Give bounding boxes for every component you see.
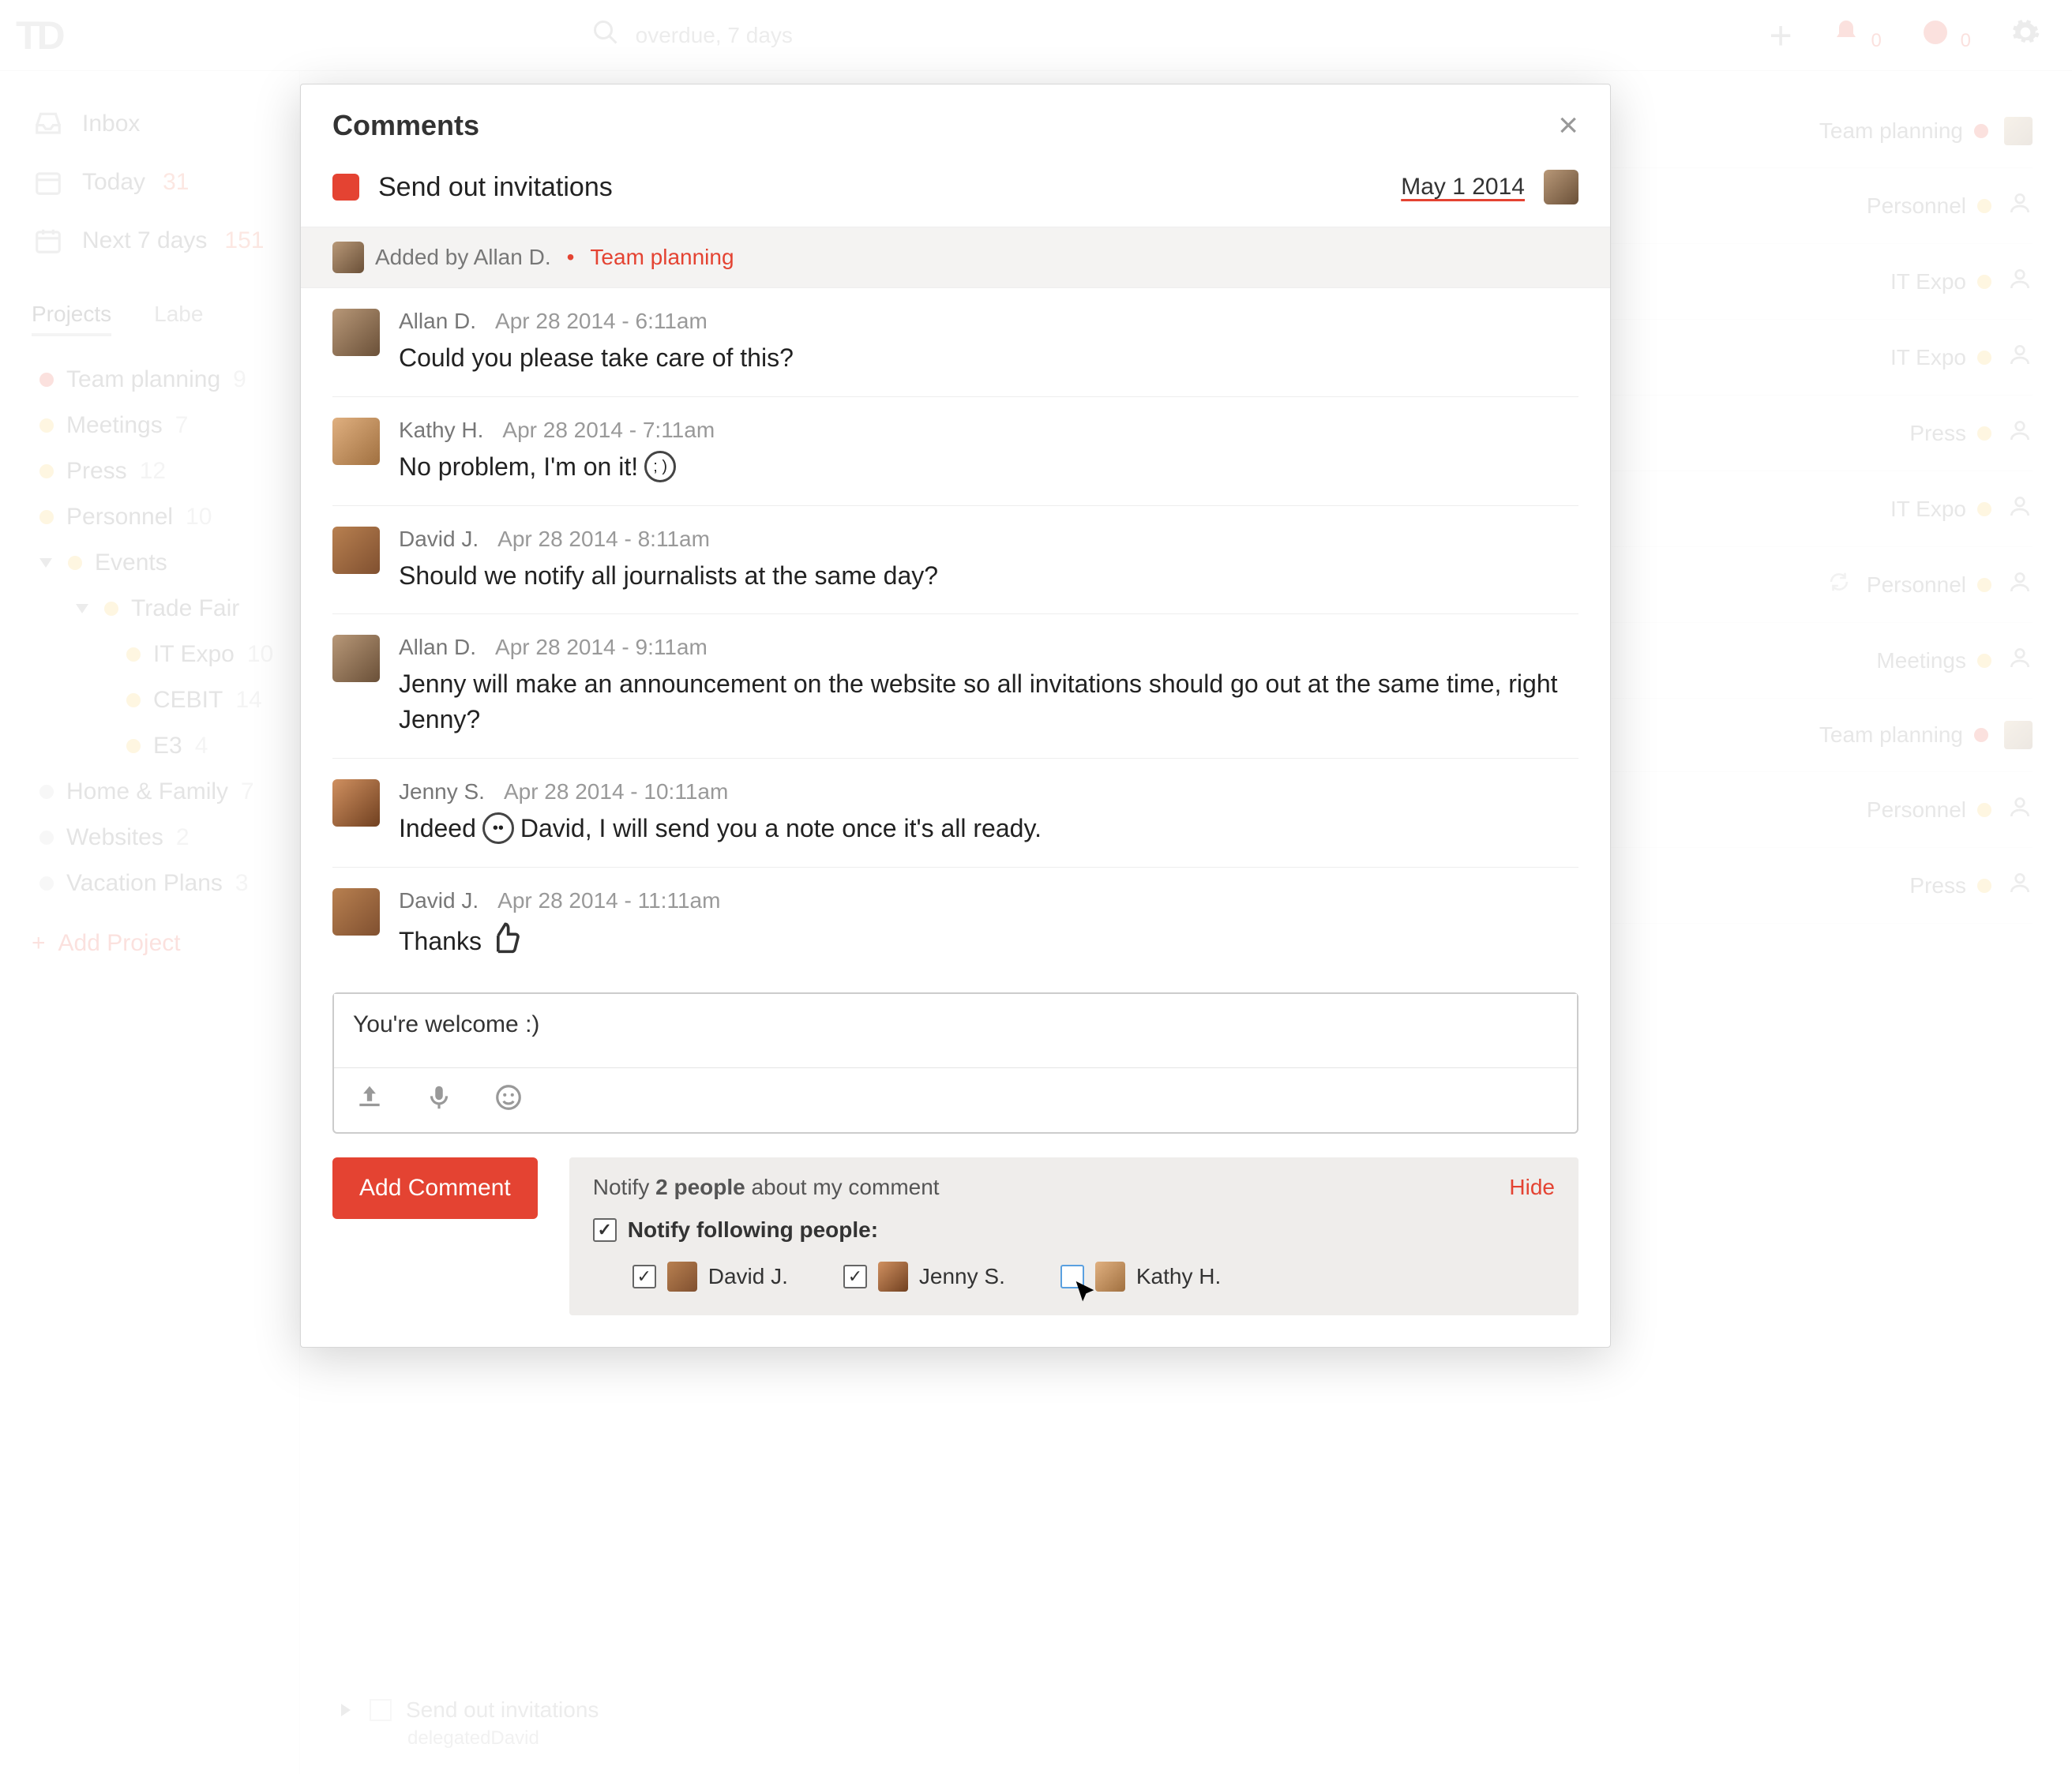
comment: David J. Apr 28 2014 - 11:11am Thanks [332,868,1578,985]
avatar [332,309,380,356]
notify-person[interactable]: Jenny S. [843,1262,1005,1292]
avatar [878,1262,908,1292]
comment-input[interactable] [334,994,1577,1062]
comment-author: David J. [399,888,479,913]
editor-toolbar [334,1067,1577,1132]
emoji-icon[interactable] [494,1082,524,1118]
assignee-avatar[interactable] [1544,170,1578,204]
notify-following-row[interactable]: Notify following people: [593,1217,1555,1243]
notify-people-list: David J. Jenny S. Kathy H. [593,1262,1555,1292]
task-title[interactable]: Send out invitations [378,172,1382,203]
comment-body: Jenny will make an announcement on the w… [399,666,1578,737]
comment-time: Apr 28 2014 - 6:11am [495,309,708,334]
comment-body: Indeed •• David, I will send you a note … [399,811,1578,846]
add-comment-button[interactable]: Add Comment [332,1157,538,1219]
smile-emoji-icon: •• [482,812,514,844]
microphone-icon[interactable] [424,1082,454,1118]
task-meta-bar: Added by Allan D. • Team planning [301,227,1610,288]
notify-person[interactable]: Kathy H. [1060,1262,1221,1292]
comment: David J. Apr 28 2014 - 8:11am Should we no… [332,506,1578,615]
notify-panel: Notify 2 people about my comment Hide No… [569,1157,1578,1315]
comment-time: Apr 28 2014 - 11:11am [497,888,720,913]
comment-time: Apr 28 2014 - 10:11am [504,779,728,804]
checkbox-icon[interactable] [632,1265,656,1288]
modal-title: Comments [332,109,479,142]
avatar [1095,1262,1125,1292]
checkbox-icon[interactable] [593,1218,617,1242]
meta-separator: • [567,245,575,270]
thumbs-up-icon [488,920,523,964]
avatar [332,779,380,827]
notify-summary: Notify 2 people about my comment [593,1175,940,1200]
hide-link[interactable]: Hide [1509,1175,1555,1200]
attach-icon[interactable] [355,1082,385,1118]
avatar [667,1262,697,1292]
task-header: Send out invitations May 1 2014 [301,162,1610,227]
avatar [332,888,380,936]
comment-body: Thanks [399,920,1578,964]
comments-modal: Comments × Send out invitations May 1 20… [300,84,1611,1348]
person-name: Kathy H. [1136,1264,1221,1289]
comment-body: Could you please take care of this? [399,340,1578,376]
comment-author: Allan D. [399,635,476,660]
comment-time: Apr 28 2014 - 8:11am [497,527,710,552]
comment: Allan D. Apr 28 2014 - 9:11am Jenny will m… [332,614,1578,759]
comment-author: Kathy H. [399,418,483,443]
due-date[interactable]: May 1 2014 [1401,174,1525,201]
wink-emoji-icon: ; ) [644,451,676,482]
priority-indicator [332,174,359,201]
comment: Allan D. Apr 28 2014 - 6:11am Could you pl… [332,288,1578,397]
avatar [332,635,380,682]
avatar [332,418,380,465]
project-link[interactable]: Team planning [590,245,734,270]
person-name: David J. [708,1264,788,1289]
comment-body: No problem, I'm on it! ; ) [399,449,1578,485]
comment-body: Should we notify all journalists at the … [399,558,1578,594]
checkbox-icon[interactable] [843,1265,867,1288]
avatar [332,527,380,574]
notify-person[interactable]: David J. [632,1262,788,1292]
comment-author: Jenny S. [399,779,485,804]
checkbox-icon[interactable] [1060,1265,1084,1288]
comment: Kathy H. Apr 28 2014 - 7:11am No problem, … [332,397,1578,506]
close-icon[interactable]: × [1558,108,1578,143]
added-by-label: Added by Allan D. [375,245,551,270]
comment: Jenny S. Apr 28 2014 - 10:11am Indeed •• D… [332,759,1578,868]
comments-list: Allan D. Apr 28 2014 - 6:11am Could you pl… [301,288,1610,985]
comment-time: Apr 28 2014 - 7:11am [502,418,715,443]
comment-author: David J. [399,527,479,552]
comment-author: Allan D. [399,309,476,334]
creator-avatar [332,242,364,273]
person-name: Jenny S. [919,1264,1005,1289]
comment-editor [332,992,1578,1134]
comment-time: Apr 28 2014 - 9:11am [495,635,708,660]
